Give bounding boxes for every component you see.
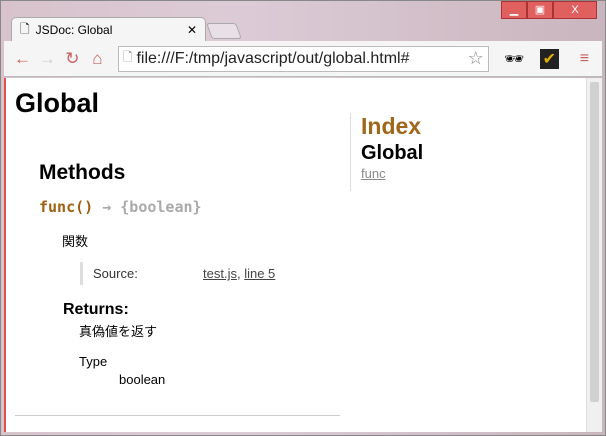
new-tab-button[interactable] — [206, 23, 242, 39]
page-icon: 🗋 — [20, 21, 30, 36]
section-heading: Methods — [39, 161, 126, 184]
method-signature: func() → {boolean} — [39, 198, 202, 216]
index-nav: Index Global func — [350, 113, 423, 191]
window-controls: ▁ ▣ X — [501, 1, 597, 19]
method-description: 関数 — [62, 234, 89, 249]
source-label: Source: — [93, 266, 138, 281]
browser-window: ▁ ▣ X 🗋 JSDoc: Global ✕ ← → ↻ ⌂ 🗋 file:/… — [0, 0, 606, 436]
scrollbar-thumb[interactable] — [590, 82, 599, 402]
index-heading: Index — [361, 113, 422, 139]
back-icon[interactable]: ← — [10, 49, 35, 69]
address-bar[interactable]: 🗋 file:///F:/tmp/javascript/out/global.h… — [117, 45, 489, 72]
menu-icon[interactable]: ≡ — [573, 50, 596, 68]
page-content: Global Methods func() → {boolean} 関数 Sou… — [4, 78, 602, 432]
scrollbar[interactable] — [586, 78, 602, 432]
divider — [15, 415, 340, 416]
reload-icon[interactable]: ↻ — [60, 49, 85, 69]
returns-description: 真偽値を返す — [79, 324, 158, 339]
star-icon[interactable]: ☆ — [468, 48, 484, 69]
page-title: Global — [15, 88, 100, 118]
source-line-link[interactable]: line 5 — [244, 266, 275, 281]
home-icon[interactable]: ⌂ — [85, 49, 110, 69]
tab-active[interactable]: 🗋 JSDoc: Global ✕ — [11, 17, 206, 42]
tab-title: JSDoc: Global — [35, 23, 113, 37]
page-icon: 🗋 — [122, 50, 133, 64]
source-details: Source: test.js, line 5 — [80, 262, 275, 285]
returns-heading: Returns: — [63, 301, 129, 318]
type-label: Type — [79, 354, 108, 369]
arrow: → — [102, 198, 112, 216]
source-file-link[interactable]: test.js — [203, 266, 237, 281]
return-type: {boolean} — [120, 198, 202, 216]
close-window-button[interactable]: X — [553, 1, 597, 19]
minimize-button[interactable]: ▁ — [501, 1, 527, 19]
url-text[interactable]: file:///F:/tmp/javascript/out/global.htm… — [136, 50, 467, 68]
maximize-button[interactable]: ▣ — [527, 1, 553, 19]
norton-extension-icon[interactable]: ✔ — [539, 48, 559, 69]
toolbar: ← → ↻ ⌂ 🗋 file:///F:/tmp/javascript/out/… — [4, 41, 602, 77]
forward-icon[interactable]: → — [35, 49, 60, 69]
method-name: func() — [39, 198, 94, 216]
type-value: boolean — [119, 372, 166, 387]
close-tab-icon[interactable]: ✕ — [187, 23, 197, 37]
nav-global: Global — [361, 142, 424, 164]
incognito-extension-icon[interactable]: 🕶 — [503, 49, 526, 69]
nav-func-link[interactable]: func — [361, 166, 386, 181]
